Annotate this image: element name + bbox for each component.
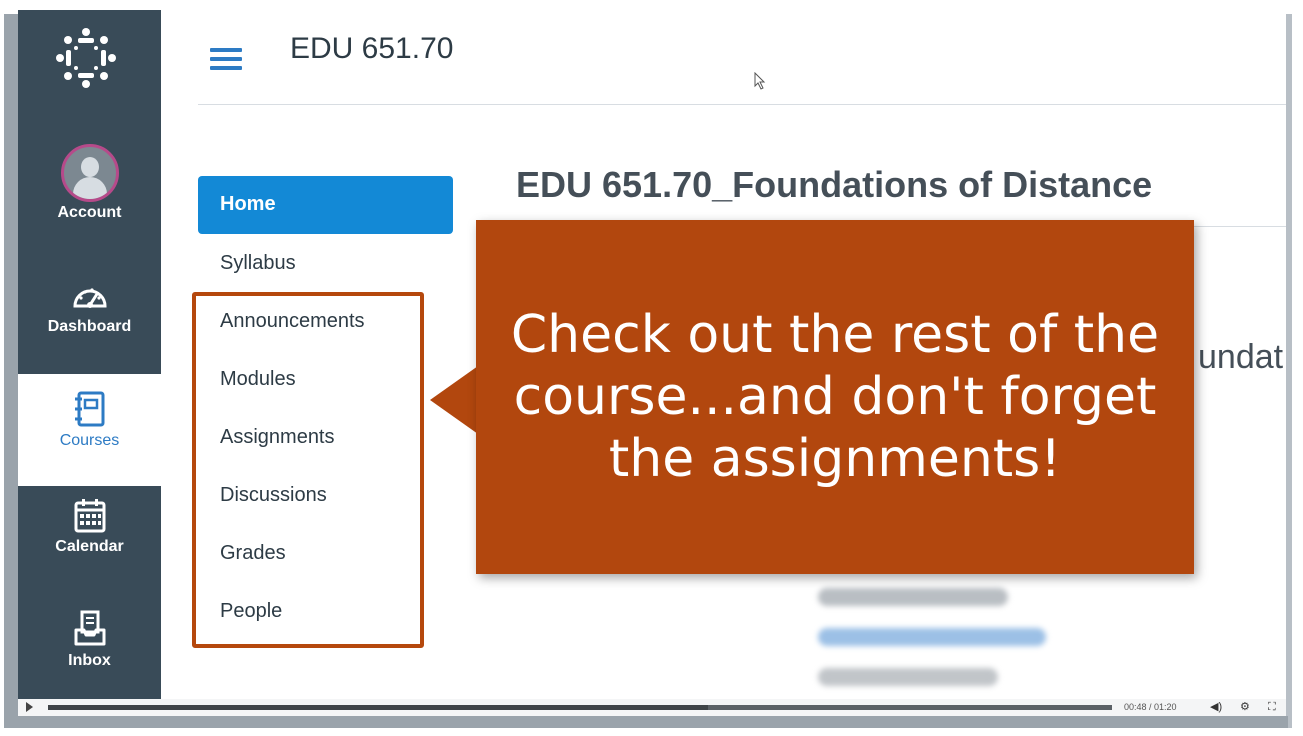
fullscreen-icon[interactable]: ⛶ bbox=[1268, 701, 1276, 713]
global-nav-courses-label: Courses bbox=[59, 432, 120, 449]
course-code-breadcrumb[interactable]: EDU 651.70 bbox=[290, 32, 453, 66]
play-icon[interactable] bbox=[26, 702, 33, 712]
partial-heading-text: undat bbox=[1198, 338, 1284, 376]
course-nav-home[interactable]: Home bbox=[198, 176, 453, 234]
hamburger-menu-icon[interactable] bbox=[210, 48, 242, 70]
global-nav-dashboard-label: Dashboard bbox=[47, 318, 132, 335]
global-nav-account[interactable]: Account bbox=[18, 144, 161, 222]
seek-bar[interactable] bbox=[48, 705, 1112, 710]
time-readout: 00:48 / 01:20 bbox=[1124, 702, 1177, 712]
course-title: EDU 651.70_Foundations of Distance bbox=[516, 164, 1153, 205]
global-nav-calendar-label: Calendar bbox=[55, 538, 124, 555]
tutorial-callout: Check out the rest of the course...and d… bbox=[476, 220, 1194, 574]
frame-shadow-right bbox=[1286, 14, 1292, 728]
blurred-link-line bbox=[818, 628, 1046, 646]
frame-shadow-bottom bbox=[4, 716, 1288, 728]
video-frame: Account Dashboard Courses Calendar Inbox… bbox=[0, 0, 1303, 736]
blurred-text-line bbox=[818, 668, 998, 686]
courses-book-icon bbox=[74, 391, 104, 427]
global-nav-inbox-label: Inbox bbox=[68, 652, 111, 669]
global-nav-courses[interactable]: Courses bbox=[18, 374, 161, 486]
avatar-icon bbox=[60, 144, 119, 202]
global-nav-account-label: Account bbox=[57, 204, 122, 221]
seek-bar-progress bbox=[48, 705, 708, 710]
volume-icon[interactable]: ◀) bbox=[1210, 701, 1222, 713]
global-nav-dashboard[interactable]: Dashboard bbox=[18, 280, 161, 336]
dashboard-speedometer-icon bbox=[72, 288, 107, 308]
calendar-icon bbox=[74, 499, 105, 533]
inbox-icon bbox=[74, 610, 105, 646]
global-nav-inbox[interactable]: Inbox bbox=[18, 610, 161, 670]
frame-shadow-left bbox=[4, 14, 18, 726]
canvas-screen: Account Dashboard Courses Calendar Inbox… bbox=[18, 10, 1286, 716]
mouse-cursor-icon bbox=[754, 72, 766, 90]
settings-gear-icon[interactable]: ⚙ bbox=[1240, 701, 1250, 713]
nav-highlight-box bbox=[192, 292, 424, 648]
global-nav-calendar[interactable]: Calendar bbox=[18, 498, 161, 556]
canvas-logo-icon[interactable] bbox=[54, 26, 118, 90]
video-player-controls: 00:48 / 01:20 ◀) ⚙ ⛶ bbox=[18, 699, 1286, 716]
course-header: EDU 651.70 bbox=[198, 10, 1286, 105]
course-nav-syllabus[interactable]: Syllabus bbox=[198, 234, 453, 292]
global-nav: Account Dashboard Courses Calendar Inbox bbox=[18, 10, 161, 716]
callout-pointer bbox=[430, 366, 478, 434]
blurred-text-line bbox=[818, 588, 1008, 606]
callout-text: Check out the rest of the course...and d… bbox=[510, 305, 1160, 489]
